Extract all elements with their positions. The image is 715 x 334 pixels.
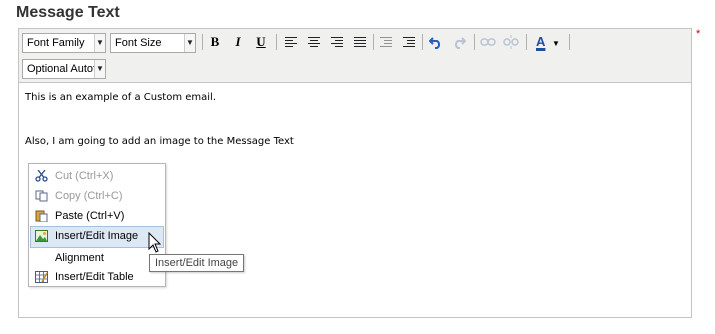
font-family-select[interactable]: Font Family ▼ — [22, 33, 106, 53]
chevron-down-icon: ▼ — [94, 60, 105, 78]
menu-item-alignment[interactable]: Alignment — [30, 248, 164, 268]
menu-item-label: Alignment — [55, 252, 104, 264]
redo-button[interactable] — [449, 32, 469, 52]
italic-icon: I — [235, 34, 241, 49]
content-line: Also, I am going to add an image to the … — [25, 136, 294, 147]
align-right-icon — [331, 37, 343, 47]
unlink-icon — [503, 35, 519, 49]
optional-autofill-select[interactable]: Optional Autof ▼ — [22, 59, 106, 79]
paste-icon — [35, 210, 48, 222]
chevron-down-icon: ▼ — [552, 39, 560, 48]
context-menu: Cut (Ctrl+X) Copy (Ctrl+C) Paste (Ctrl+V… — [28, 163, 166, 287]
bold-icon: B — [210, 34, 220, 49]
menu-item-cut[interactable]: Cut (Ctrl+X) — [30, 166, 164, 186]
undo-button[interactable] — [426, 32, 446, 52]
scissors-icon — [35, 170, 48, 182]
toolbar-separator — [276, 34, 277, 50]
tooltip: Insert/Edit Image — [149, 254, 245, 272]
image-icon — [35, 230, 48, 242]
menu-item-insert-image[interactable]: Insert/Edit Image — [30, 226, 164, 248]
content-line: This is an example of a Custom email. — [25, 92, 217, 103]
menu-item-label: Paste (Ctrl+V) — [55, 210, 125, 222]
align-justify-button[interactable] — [350, 32, 370, 52]
align-justify-icon — [354, 37, 366, 47]
underline-button[interactable]: U — [251, 32, 271, 52]
redo-icon — [454, 37, 467, 49]
align-left-button[interactable] — [281, 32, 301, 52]
indent-icon — [403, 37, 415, 47]
chevron-down-icon: ▼ — [94, 34, 105, 52]
toolbar-separator — [373, 34, 374, 50]
copy-icon — [35, 190, 48, 202]
align-left-icon — [285, 37, 297, 47]
required-marker: * — [696, 28, 701, 40]
menu-item-label: Insert/Edit Image — [55, 230, 139, 242]
unlink-button[interactable] — [501, 32, 521, 52]
menu-item-label: Insert/Edit Table — [55, 271, 134, 283]
editor-toolbar: Font Family ▼ Font Size ▼ B I U A ▼ Opti… — [19, 29, 691, 83]
chevron-down-icon: ▼ — [184, 34, 195, 52]
font-color-icon: A — [536, 34, 546, 49]
menu-item-label: Copy (Ctrl+C) — [55, 190, 123, 202]
bold-button[interactable]: B — [205, 32, 225, 52]
toolbar-separator — [526, 34, 527, 50]
link-icon — [480, 38, 496, 46]
toolbar-separator — [474, 34, 475, 50]
align-right-button[interactable] — [327, 32, 347, 52]
font-size-select[interactable]: Font Size ▼ — [110, 33, 196, 53]
menu-item-paste[interactable]: Paste (Ctrl+V) — [30, 206, 164, 226]
outdent-button[interactable] — [376, 32, 396, 52]
table-icon — [35, 271, 48, 283]
toolbar-separator — [202, 34, 203, 50]
link-button[interactable] — [478, 32, 498, 52]
underline-icon: U — [256, 34, 266, 49]
italic-button[interactable]: I — [228, 32, 248, 52]
mouse-cursor-icon — [148, 232, 162, 253]
font-family-select-value: Font Family — [27, 37, 85, 49]
align-center-icon — [308, 37, 320, 47]
align-center-button[interactable] — [304, 32, 324, 52]
indent-button[interactable] — [399, 32, 419, 52]
font-color-button[interactable]: A ▼ — [530, 32, 564, 52]
toolbar-separator — [569, 34, 570, 50]
toolbar-separator — [422, 34, 423, 50]
menu-item-insert-table[interactable]: Insert/Edit Table — [30, 267, 164, 287]
font-size-select-value: Font Size — [115, 37, 162, 49]
undo-icon — [428, 37, 441, 49]
menu-item-copy[interactable]: Copy (Ctrl+C) — [30, 186, 164, 206]
optional-autofill-select-value: Optional Autof — [27, 63, 97, 75]
outdent-icon — [380, 37, 392, 47]
section-title: Message Text — [16, 4, 120, 21]
menu-item-label: Cut (Ctrl+X) — [55, 170, 114, 182]
